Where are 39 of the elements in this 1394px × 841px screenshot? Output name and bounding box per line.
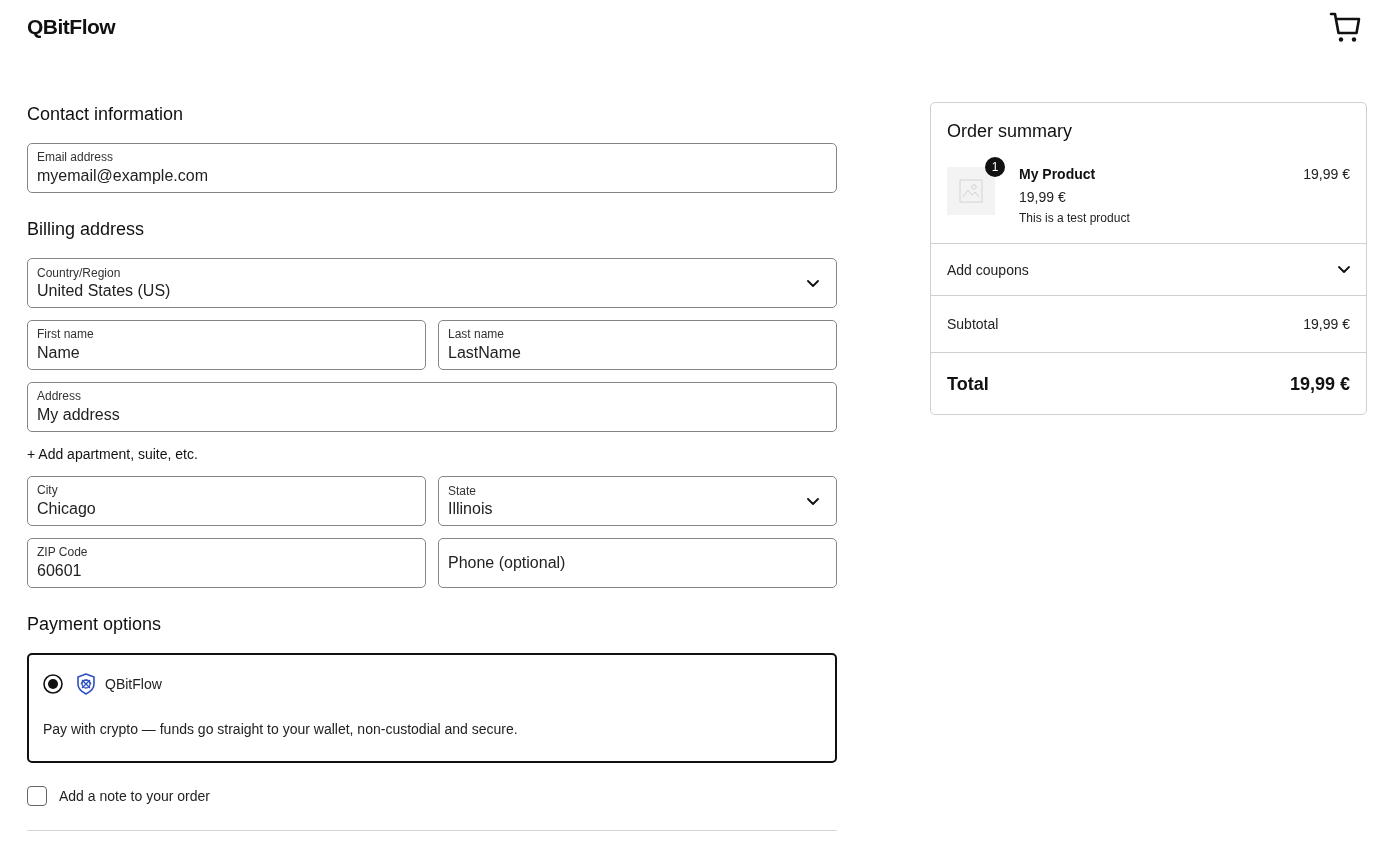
text-field[interactable]: Phone (optional) xyxy=(438,538,837,588)
product-description: This is a test product xyxy=(1019,210,1130,226)
radio-button[interactable] xyxy=(43,674,63,694)
field-label: Country/Region xyxy=(37,265,121,281)
chevron-down-icon xyxy=(807,497,819,505)
order-summary-title: Order summary xyxy=(947,120,1073,143)
field-label: Email address xyxy=(37,150,114,165)
field-label: First name xyxy=(37,327,94,342)
section-heading: Billing address xyxy=(27,218,146,241)
add-address-line-link[interactable]: + Add apartment, suite, etc. xyxy=(27,444,198,464)
field-label: Address xyxy=(37,389,82,404)
field-label: City xyxy=(37,483,58,498)
shield-icon xyxy=(77,673,95,695)
subtotal-value: 19,99 € xyxy=(1303,315,1350,334)
checkbox-label: Add a note to your order xyxy=(59,787,210,806)
dropdown-field[interactable]: State Illinois xyxy=(438,476,837,526)
quantity-badge: 1 xyxy=(985,157,1005,177)
field-label: ZIP Code xyxy=(37,545,88,560)
subtotal-label: Subtotal xyxy=(947,315,999,334)
product-name: My Product xyxy=(1019,165,1096,184)
field-label: State xyxy=(448,483,477,499)
checkbox[interactable] xyxy=(27,786,47,806)
payment-option-card[interactable]: QBitFlow Pay with crypto — funds go straight to your wallet, non-custodial and secure. xyxy=(27,653,837,763)
image-icon xyxy=(959,179,983,203)
dropdown-field[interactable]: Country/Region United States (US) xyxy=(27,258,837,308)
coupon-label: Add coupons xyxy=(947,260,1029,280)
total-value: 19,99 € xyxy=(1289,372,1350,396)
cart-icon[interactable] xyxy=(1329,11,1361,43)
section-heading: Payment options xyxy=(27,613,163,636)
payment-description: Pay with crypto — funds go straight to your wallet, non-custodial and secure. xyxy=(43,720,519,739)
section-heading: Contact information xyxy=(27,103,185,126)
unit-price: 19,99 € xyxy=(1019,188,1066,207)
logo[interactable]: QBitFlow xyxy=(27,13,116,41)
chevron-down-icon xyxy=(807,279,819,287)
field-label: Last name xyxy=(448,327,505,342)
product-price: 19,99 € xyxy=(1303,165,1350,184)
payment-method-name: QBitFlow xyxy=(105,675,162,694)
coupon-toggle[interactable]: Add coupons xyxy=(931,243,1366,295)
total-label: Total xyxy=(947,372,989,396)
